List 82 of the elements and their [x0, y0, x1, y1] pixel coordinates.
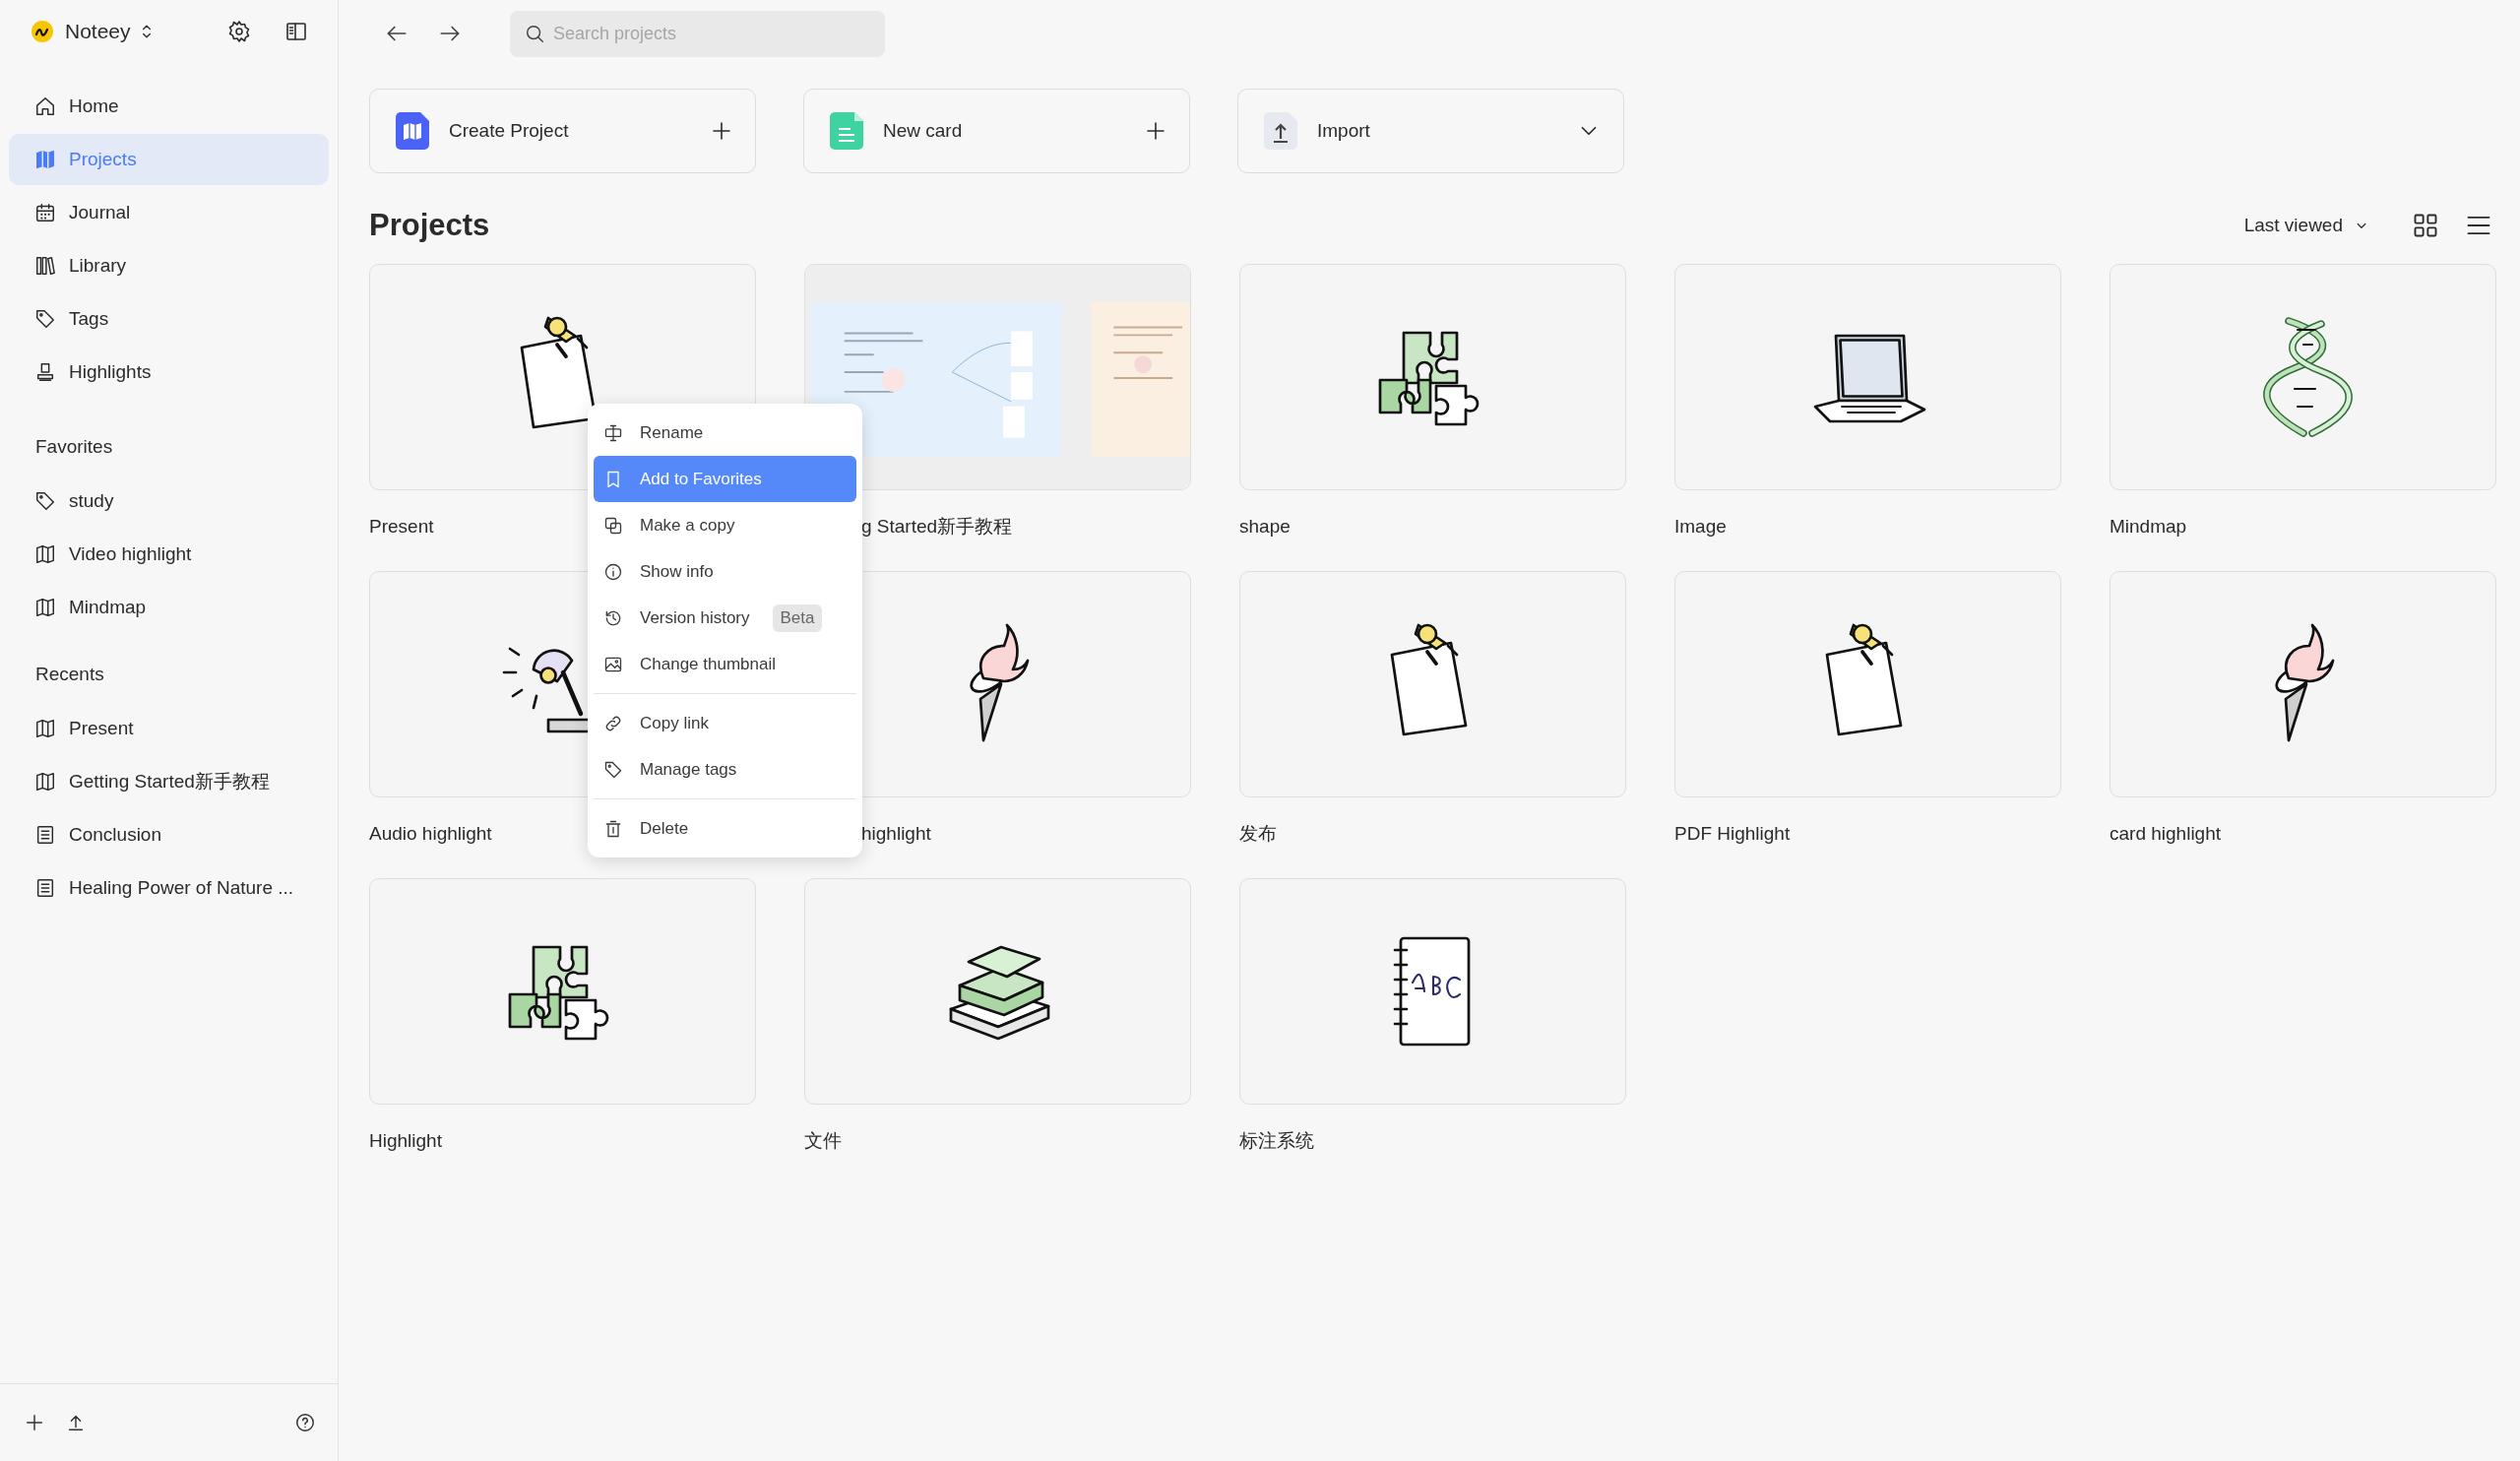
page-title: Projects: [369, 208, 490, 243]
calendar-icon: [34, 202, 56, 223]
menu-item[interactable]: Rename: [594, 410, 856, 456]
map-icon: [34, 597, 56, 618]
nav-item[interactable]: Journal: [9, 187, 329, 238]
library-icon: [34, 255, 56, 277]
sidebar-item[interactable]: Conclusion: [9, 809, 329, 860]
project-thumbnail[interactable]: [2110, 264, 2496, 490]
add-icon: [24, 1412, 45, 1433]
menu-item[interactable]: Delete: [594, 805, 856, 852]
tag-icon: [34, 308, 56, 330]
action-card[interactable]: Import: [1237, 89, 1624, 173]
logo-icon: [32, 21, 53, 42]
sort-dropdown[interactable]: Last viewed: [2237, 214, 2376, 237]
search-field[interactable]: Search projects: [510, 10, 885, 57]
action-card[interactable]: New card: [803, 89, 1190, 173]
sidebar-toggle-icon: [284, 20, 308, 43]
project-name: PDF Highlight: [1674, 822, 1791, 846]
menu-item[interactable]: Copy link: [594, 700, 856, 746]
project-name: 发布: [1239, 822, 1277, 846]
menu-item[interactable]: Show info: [594, 548, 856, 595]
nav-item[interactable]: Highlights: [9, 347, 329, 398]
project-name: 文件: [804, 1129, 842, 1153]
project-name: Highlight: [369, 1129, 442, 1153]
document-icon: [34, 824, 56, 846]
project-name: Present: [369, 515, 434, 539]
map-icon: [34, 718, 56, 739]
upload-icon: [1264, 112, 1297, 150]
nav-item[interactable]: Home: [9, 81, 329, 132]
project-name: 标注系统: [1239, 1129, 1314, 1153]
project-thumbnail[interactable]: [1674, 571, 2061, 797]
tag-icon: [34, 490, 56, 512]
project-name: g Started新手教程: [861, 515, 1013, 539]
project-thumbnail[interactable]: [1239, 264, 1626, 490]
map-icon: [34, 771, 56, 793]
project-thumbnail[interactable]: [1239, 571, 1626, 797]
menu-item[interactable]: Change thumbnail: [594, 641, 856, 687]
project-name: shape: [1239, 515, 1291, 539]
map-icon: [34, 543, 56, 565]
plus-icon: [710, 119, 733, 143]
project-thumbnail[interactable]: [2110, 571, 2496, 797]
sidebar-item[interactable]: Mindmap: [9, 582, 329, 633]
menu-item[interactable]: Version history Beta: [594, 595, 856, 641]
search-icon: [524, 23, 545, 44]
section-heading: Recents: [34, 663, 105, 686]
sidebar-item[interactable]: study: [9, 476, 329, 527]
project-name: highlight: [861, 822, 931, 846]
cursor-icon: [603, 422, 623, 443]
help-icon: [294, 1412, 316, 1433]
project-name: Audio highlight: [369, 822, 492, 846]
menu-item[interactable]: Manage tags: [594, 746, 856, 793]
project-thumbnail[interactable]: [1674, 264, 2061, 490]
project-name: Image: [1674, 515, 1727, 539]
document-icon: [34, 877, 56, 899]
app-name[interactable]: Noteey: [65, 20, 131, 43]
info-icon: [603, 561, 623, 582]
plus-icon: [1144, 119, 1167, 143]
grid-view-icon: [2412, 212, 2439, 239]
nav-item[interactable]: Tags: [9, 293, 329, 345]
action-card[interactable]: Create Project: [369, 89, 756, 173]
beta-badge: Beta: [772, 603, 823, 632]
settings-icon: [227, 20, 251, 43]
trash-icon: [603, 818, 623, 839]
sidebar-item[interactable]: Present: [9, 703, 329, 754]
nav-item[interactable]: Library: [9, 240, 329, 291]
map-icon: [396, 112, 429, 150]
copy-icon: [603, 515, 623, 536]
project-name: Mindmap: [2110, 515, 2187, 539]
sidebar-item[interactable]: Getting Started新手教程: [9, 756, 329, 807]
tag-icon: [603, 759, 623, 780]
menu-item[interactable]: Make a copy: [594, 502, 856, 548]
map-icon: [34, 149, 56, 170]
sidebar-item[interactable]: Video highlight: [9, 529, 329, 580]
project-thumbnail[interactable]: [369, 878, 756, 1105]
home-icon: [34, 95, 56, 117]
section-heading: Favorites: [34, 435, 114, 459]
document-icon: [830, 112, 863, 150]
project-name: card highlight: [2110, 822, 2222, 846]
stamp-icon: [34, 361, 56, 383]
project-thumbnail[interactable]: [804, 878, 1191, 1105]
project-thumbnail[interactable]: [1239, 878, 1626, 1105]
sidebar-item[interactable]: Healing Power of Nature ...: [9, 862, 329, 914]
